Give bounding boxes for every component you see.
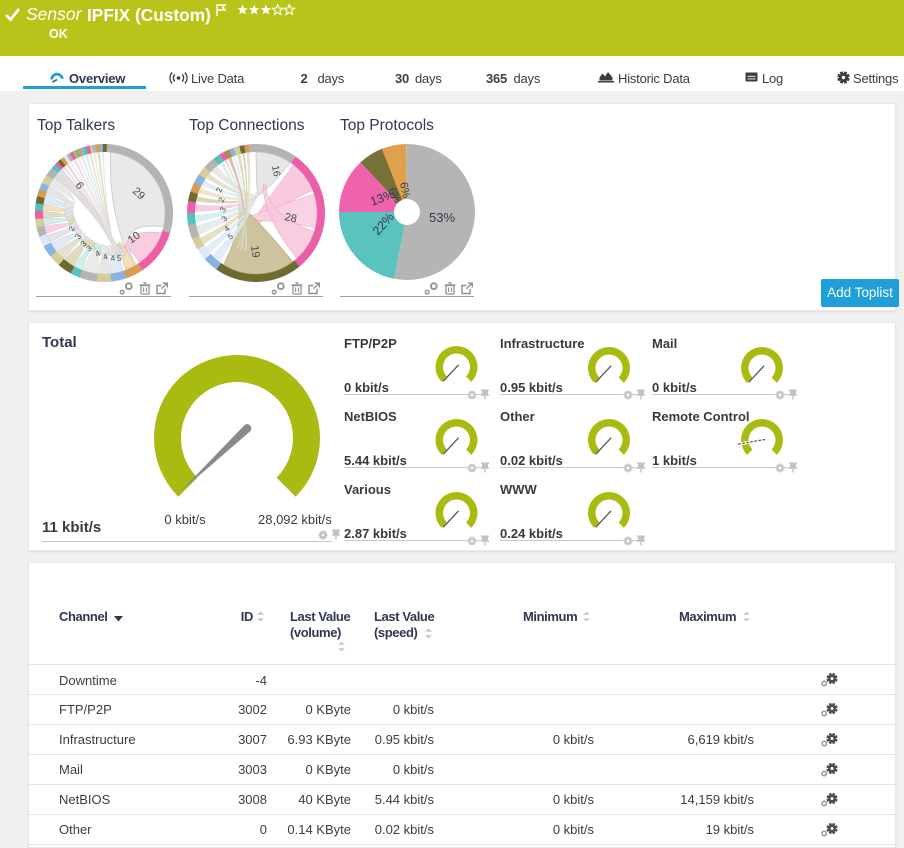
svg-text:28: 28 [283,211,297,225]
svg-text:16: 16 [269,165,282,178]
svg-text:19: 19 [248,245,262,259]
svg-text:53%: 53% [429,210,455,225]
svg-text:5: 5 [117,254,122,263]
